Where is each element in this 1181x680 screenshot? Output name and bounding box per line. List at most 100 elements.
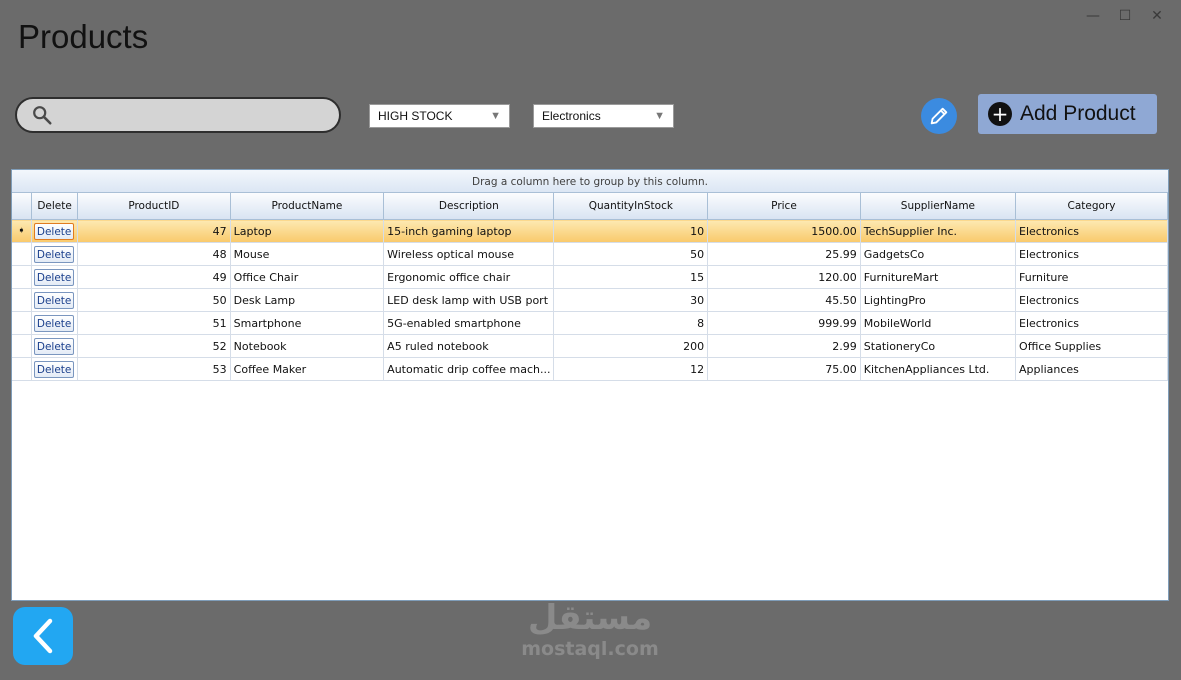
cell-supplier[interactable]: TechSupplier Inc. xyxy=(860,219,1017,243)
column-header-delete[interactable]: Delete xyxy=(31,193,79,220)
cell-description[interactable]: Ergonomic office chair xyxy=(383,265,555,289)
column-header-price[interactable]: Price xyxy=(707,193,861,220)
cell-productid[interactable]: 47 xyxy=(77,219,231,243)
page-title: Products xyxy=(18,18,149,55)
cell-productname[interactable]: Laptop xyxy=(230,219,385,243)
delete-button[interactable]: Delete xyxy=(34,245,75,263)
cell-quantity[interactable]: 15 xyxy=(553,265,709,289)
group-panel[interactable]: Drag a column here to group by this colu… xyxy=(12,170,1168,193)
row-indicator xyxy=(12,265,33,289)
stock-filter-dropdown[interactable]: HIGH STOCK ▼ xyxy=(369,104,510,128)
cell-supplier[interactable]: LightingPro xyxy=(860,288,1017,312)
delete-button[interactable]: Delete xyxy=(34,337,75,355)
cell-quantity[interactable]: 8 xyxy=(553,311,709,335)
cell-description[interactable]: 15-inch gaming laptop xyxy=(383,219,555,243)
cell-productname[interactable]: Office Chair xyxy=(230,265,385,289)
cell-quantity[interactable]: 200 xyxy=(553,334,709,358)
cell-category[interactable]: Electronics xyxy=(1015,288,1168,312)
row-indicator xyxy=(12,334,33,358)
search-input[interactable] xyxy=(61,98,339,132)
category-filter-dropdown[interactable]: Electronics ▼ xyxy=(533,104,674,128)
cell-category[interactable]: Furniture xyxy=(1015,265,1168,289)
add-product-button[interactable]: + Add Product xyxy=(978,94,1157,134)
current-row-arrow-icon: ➧ xyxy=(12,219,33,243)
table-row[interactable]: Delete 49 Office Chair Ergonomic office … xyxy=(12,265,1168,289)
cell-price[interactable]: 120.00 xyxy=(707,265,861,289)
close-icon[interactable]: ✕ xyxy=(1141,6,1173,26)
cell-supplier[interactable]: KitchenAppliances Ltd. xyxy=(860,357,1017,381)
table-row[interactable]: Delete 53 Coffee Maker Automatic drip co… xyxy=(12,357,1168,381)
cell-price[interactable]: 75.00 xyxy=(707,357,861,381)
category-filter-value: Electronics xyxy=(542,109,601,123)
cell-productid[interactable]: 50 xyxy=(77,288,231,312)
cell-productid[interactable]: 48 xyxy=(77,242,231,266)
minimize-icon[interactable]: — xyxy=(1077,6,1109,26)
chevron-down-icon: ▼ xyxy=(490,110,501,122)
search-box[interactable] xyxy=(15,97,341,133)
cell-supplier[interactable]: MobileWorld xyxy=(860,311,1017,335)
maximize-icon[interactable]: ☐ xyxy=(1109,6,1141,26)
cell-price[interactable]: 45.50 xyxy=(707,288,861,312)
cell-supplier[interactable]: StationeryCo xyxy=(860,334,1017,358)
cell-supplier[interactable]: GadgetsCo xyxy=(860,242,1017,266)
column-header-quantityinstock[interactable]: QuantityInStock xyxy=(553,193,709,220)
cell-description[interactable]: Wireless optical mouse xyxy=(383,242,555,266)
delete-button[interactable]: Delete xyxy=(34,291,75,309)
row-indicator xyxy=(12,357,33,381)
stock-filter-value: HIGH STOCK xyxy=(378,109,453,123)
cell-supplier[interactable]: FurnitureMart xyxy=(860,265,1017,289)
table-row[interactable]: ➧ Delete 47 Laptop 15-inch gaming laptop… xyxy=(12,219,1168,243)
column-header-description[interactable]: Description xyxy=(383,193,555,220)
row-indicator xyxy=(12,288,33,312)
cell-quantity[interactable]: 12 xyxy=(553,357,709,381)
column-header-productname[interactable]: ProductName xyxy=(230,193,385,220)
cell-description[interactable]: LED desk lamp with USB port xyxy=(383,288,555,312)
cell-description[interactable]: Automatic drip coffee mach... xyxy=(383,357,555,381)
products-grid[interactable]: Drag a column here to group by this colu… xyxy=(11,169,1169,601)
row-indicator-header xyxy=(12,193,33,220)
cell-category[interactable]: Appliances xyxy=(1015,357,1168,381)
chevron-left-icon xyxy=(33,618,53,654)
cell-productname[interactable]: Desk Lamp xyxy=(230,288,385,312)
cell-quantity[interactable]: 10 xyxy=(553,219,709,243)
cell-productname[interactable]: Smartphone xyxy=(230,311,385,335)
cell-price[interactable]: 2.99 xyxy=(707,334,861,358)
column-header-productid[interactable]: ProductID xyxy=(77,193,231,220)
cell-productname[interactable]: Notebook xyxy=(230,334,385,358)
products-table: Delete ProductID ProductName Description… xyxy=(12,193,1168,381)
cell-category[interactable]: Electronics xyxy=(1015,311,1168,335)
cell-price[interactable]: 1500.00 xyxy=(707,219,861,243)
delete-button[interactable]: Delete xyxy=(34,360,75,378)
back-button[interactable] xyxy=(13,607,73,665)
cell-quantity[interactable]: 30 xyxy=(553,288,709,312)
column-header-suppliername[interactable]: SupplierName xyxy=(860,193,1017,220)
delete-button[interactable]: Delete xyxy=(34,268,75,286)
delete-button[interactable]: Delete xyxy=(34,222,75,240)
chevron-down-icon: ▼ xyxy=(654,110,665,122)
edit-button[interactable] xyxy=(921,98,957,134)
cell-price[interactable]: 999.99 xyxy=(707,311,861,335)
cell-description[interactable]: A5 ruled notebook xyxy=(383,334,555,358)
cell-category[interactable]: Electronics xyxy=(1015,242,1168,266)
cell-productname[interactable]: Mouse xyxy=(230,242,385,266)
cell-price[interactable]: 25.99 xyxy=(707,242,861,266)
row-indicator xyxy=(12,311,33,335)
cell-productid[interactable]: 49 xyxy=(77,265,231,289)
table-row[interactable]: Delete 48 Mouse Wireless optical mouse 5… xyxy=(12,242,1168,266)
table-row[interactable]: Delete 52 Notebook A5 ruled notebook 200… xyxy=(12,334,1168,358)
delete-button[interactable]: Delete xyxy=(34,314,75,332)
cell-productid[interactable]: 51 xyxy=(77,311,231,335)
cell-productname[interactable]: Coffee Maker xyxy=(230,357,385,381)
table-row[interactable]: Delete 50 Desk Lamp LED desk lamp with U… xyxy=(12,288,1168,312)
cell-category[interactable]: Electronics xyxy=(1015,219,1168,243)
search-icon xyxy=(33,106,52,125)
table-row[interactable]: Delete 51 Smartphone 5G-enabled smartpho… xyxy=(12,311,1168,335)
cell-description[interactable]: 5G-enabled smartphone xyxy=(383,311,555,335)
cell-productid[interactable]: 52 xyxy=(77,334,231,358)
cell-productid[interactable]: 53 xyxy=(77,357,231,381)
cell-category[interactable]: Office Supplies xyxy=(1015,334,1168,358)
add-product-label: Add Product xyxy=(1020,102,1136,125)
column-header-category[interactable]: Category xyxy=(1015,193,1168,220)
cell-quantity[interactable]: 50 xyxy=(553,242,709,266)
watermark-logo: مستقل mostaql.com xyxy=(515,598,665,660)
